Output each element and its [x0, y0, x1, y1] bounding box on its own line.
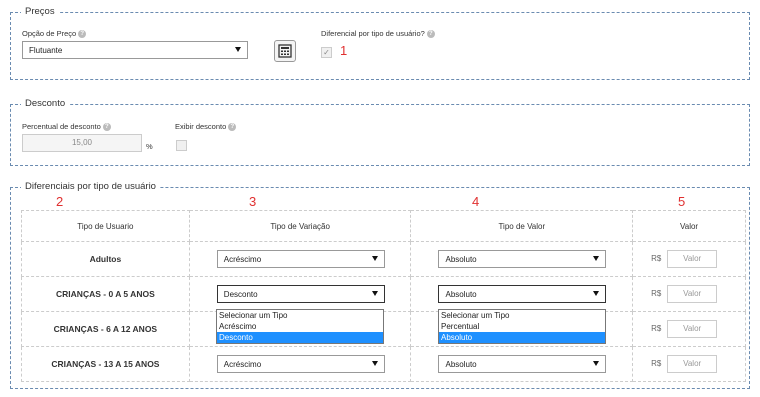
help-icon[interactable]: ?	[102, 123, 111, 132]
annotation-3: 3	[249, 194, 257, 209]
chevron-down-icon	[593, 291, 600, 296]
percentual-label: Percentual de desconto?	[22, 122, 111, 132]
header-tipo-usuario: Tipo de Usuario	[21, 210, 190, 242]
chevron-down-icon	[371, 291, 378, 296]
help-icon[interactable]: ?	[78, 30, 87, 39]
table-header: Tipo de Usuario Tipo de Variação Tipo de…	[21, 210, 746, 242]
tipo-variacao-select[interactable]: Acréscimo	[216, 250, 385, 268]
dropdown-option[interactable]: Acréscimo	[217, 321, 383, 332]
currency-label: R$	[651, 359, 662, 368]
valor-input[interactable]: Valor	[667, 320, 718, 338]
table-row: CRIANÇAS - 0 A 5 ANOS Desconto Absoluto …	[21, 276, 746, 312]
annotation-2: 2	[56, 194, 64, 209]
chevron-down-icon	[235, 47, 241, 52]
diferencial-checkbox[interactable]: ✓	[321, 47, 332, 58]
opcao-preco-select[interactable]: Flutuante	[22, 41, 248, 59]
valor-input[interactable]: Valor	[667, 250, 718, 268]
tipo-variacao-select[interactable]: Desconto	[216, 285, 385, 303]
row-name: CRIANÇAS - 6 A 12 ANOS	[21, 311, 190, 347]
tipo-valor-select[interactable]: Absoluto	[438, 250, 607, 268]
exibir-label: Exibir desconto?	[175, 122, 237, 132]
dropdown-option-selected[interactable]: Desconto	[217, 332, 383, 343]
dropdown-option[interactable]: Percentual	[439, 321, 605, 332]
opcao-preco-label: Opção de Preço?	[22, 29, 87, 39]
header-tipo-valor: Tipo de Valor	[410, 210, 634, 242]
tipo-variacao-select[interactable]: Acréscimo	[216, 355, 385, 373]
header-tipo-variacao: Tipo de Variação	[188, 210, 412, 242]
tipo-variacao-dropdown: Selecionar um Tipo Acréscimo Desconto	[216, 309, 384, 344]
precos-legend: Preços	[21, 6, 59, 17]
diferencial-label: Diferencial por tipo de usuário??	[321, 29, 435, 39]
diferenciais-legend: Diferenciais por tipo de usuário	[21, 181, 160, 192]
chevron-down-icon	[593, 361, 600, 366]
currency-label: R$	[651, 289, 662, 298]
tipo-valor-dropdown: Selecionar um Tipo Percentual Absoluto	[438, 309, 606, 344]
tipo-valor-select[interactable]: Absoluto	[438, 285, 607, 303]
row-name: CRIANÇAS - 13 A 15 ANOS	[21, 346, 190, 382]
help-icon[interactable]: ?	[228, 123, 237, 132]
table-row: Adultos Acréscimo Absoluto R$ Valor	[21, 241, 746, 277]
diferenciais-table: Tipo de Usuario Tipo de Variação Tipo de…	[21, 210, 746, 382]
header-valor: Valor	[632, 210, 746, 242]
valor-input[interactable]: Valor	[667, 285, 718, 303]
dropdown-option-selected[interactable]: Absoluto	[439, 332, 605, 343]
annotation-4: 4	[472, 194, 480, 209]
annotation-5: 5	[678, 194, 686, 209]
dropdown-option[interactable]: Selecionar um Tipo	[217, 310, 383, 321]
valor-input[interactable]: Valor	[667, 355, 718, 373]
annotation-1: 1	[340, 43, 348, 58]
percent-sign: %	[146, 142, 153, 151]
tipo-valor-select[interactable]: Absoluto	[438, 355, 607, 373]
chevron-down-icon	[371, 256, 378, 261]
help-icon[interactable]: ?	[426, 30, 435, 39]
calculator-button[interactable]	[274, 40, 296, 62]
row-name: Adultos	[21, 241, 190, 277]
row-name: CRIANÇAS - 0 A 5 ANOS	[21, 276, 190, 312]
percentual-input[interactable]: 15,00	[22, 134, 142, 152]
currency-label: R$	[651, 324, 662, 333]
table-row: CRIANÇAS - 13 A 15 ANOS Acréscimo Absolu…	[21, 346, 746, 382]
chevron-down-icon	[593, 256, 600, 261]
desconto-legend: Desconto	[21, 98, 70, 109]
chevron-down-icon	[371, 361, 378, 366]
exibir-checkbox[interactable]	[176, 140, 187, 151]
calculator-icon	[278, 44, 292, 58]
currency-label: R$	[651, 254, 662, 263]
dropdown-option[interactable]: Selecionar um Tipo	[439, 310, 605, 321]
